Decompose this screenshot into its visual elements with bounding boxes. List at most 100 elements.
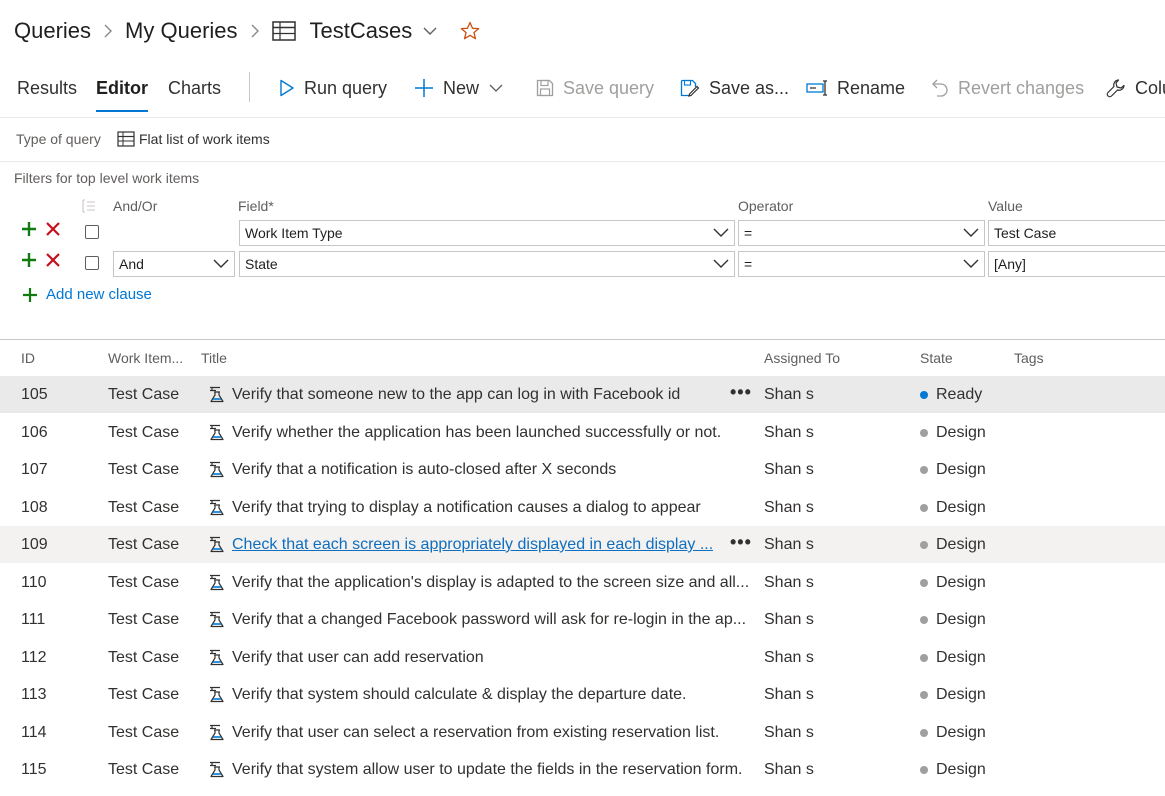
remove-clause-icon[interactable] (45, 221, 61, 237)
cell-title[interactable]: Verify whether the application has been … (208, 414, 755, 451)
column-header-tags[interactable]: Tags (1014, 350, 1044, 366)
value-text: [Any] (994, 256, 1026, 272)
table-row[interactable]: 115 Test Case Verify that system allow use… (0, 751, 1165, 788)
query-type-dropdown[interactable]: Flat list of work items (117, 131, 270, 147)
cell-title[interactable]: Verify that user can select a reservatio… (208, 714, 755, 751)
clause-checkbox[interactable] (85, 256, 99, 270)
table-row[interactable]: 113 Test Case Verify that system should ca… (0, 676, 1165, 713)
work-item-title[interactable]: Verify that user can add reservation (232, 639, 484, 676)
table-row[interactable]: 106 Test Case Verify whether the applicati… (0, 414, 1165, 451)
work-item-title[interactable]: Verify that a notification is auto-close… (232, 451, 616, 488)
tab-charts[interactable]: Charts (168, 68, 221, 110)
revert-changes-button[interactable]: Revert changes (931, 68, 1084, 108)
cell-title[interactable]: Verify that the application's display is… (208, 564, 755, 601)
cell-title[interactable]: Verify that trying to display a notifica… (208, 489, 755, 526)
value-field[interactable]: [Any] (988, 251, 1165, 277)
chevron-down-icon (962, 257, 980, 271)
table-row[interactable]: 110 Test Case Verify that the application'… (0, 564, 1165, 601)
field-dropdown[interactable]: State (239, 251, 735, 277)
cell-assigned-to: Shan s (764, 386, 814, 403)
cell-title[interactable]: Verify that someone new to the app can l… (208, 376, 718, 413)
run-query-label: Run query (304, 77, 388, 98)
table-row[interactable]: 107 Test Case Verify that a notification i… (0, 451, 1165, 488)
save-as-button[interactable]: Save as... (680, 68, 789, 108)
test-case-icon (208, 761, 232, 779)
operator-dropdown[interactable]: = (738, 220, 985, 246)
cell-id: 109 (21, 536, 48, 553)
table-row[interactable]: 112 Test Case Verify that user can add res… (0, 639, 1165, 676)
tab-results[interactable]: Results (17, 68, 77, 110)
cell-title[interactable]: Check that each screen is appropriately … (208, 526, 718, 563)
state-label: Design (936, 424, 986, 441)
more-actions-icon[interactable]: ••• (730, 526, 752, 563)
work-item-title[interactable]: Verify that system allow user to update … (232, 751, 742, 788)
clause-checkbox[interactable] (85, 225, 99, 239)
chevron-right-icon (238, 23, 272, 39)
new-button[interactable]: New (414, 68, 512, 108)
save-icon (536, 79, 563, 97)
rename-button[interactable]: Rename (806, 68, 905, 108)
state-dot-icon (920, 503, 928, 512)
column-header-work-item-type[interactable]: Work Item... (108, 350, 183, 366)
state-dot-icon (920, 728, 928, 737)
value-field[interactable]: Test Case (988, 220, 1165, 246)
play-icon (279, 79, 304, 97)
breadcrumb-query-name[interactable]: TestCases (310, 18, 413, 44)
state-dot-icon (920, 390, 928, 399)
table-row[interactable]: 109 Test Case Check that each screen is ap… (0, 526, 1165, 563)
save-query-label: Save query (563, 77, 655, 98)
and-or-header: And/Or (113, 198, 158, 214)
work-item-title[interactable]: Verify that the application's display is… (232, 564, 749, 601)
cell-work-item-type: Test Case (108, 761, 180, 778)
more-actions-icon[interactable]: ••• (730, 376, 752, 413)
cell-work-item-type: Test Case (108, 386, 180, 403)
cell-title[interactable]: Verify that a notification is auto-close… (208, 451, 755, 488)
and-or-value: And (119, 256, 144, 272)
tab-editor[interactable]: Editor (96, 68, 148, 112)
chevron-down-icon (712, 257, 730, 271)
work-item-title[interactable]: Verify whether the application has been … (232, 414, 721, 451)
cell-assigned-to: Shan s (764, 611, 814, 628)
cell-id: 115 (21, 761, 47, 778)
column-header-assigned-to[interactable]: Assigned To (764, 350, 840, 366)
column-header-id[interactable]: ID (21, 350, 35, 366)
test-case-icon (208, 461, 232, 479)
undo-icon (931, 78, 958, 98)
work-item-title[interactable]: Verify that someone new to the app can l… (232, 376, 680, 413)
field-dropdown[interactable]: Work Item Type (239, 220, 735, 246)
chevron-down-icon[interactable] (422, 26, 438, 36)
table-row[interactable]: 105 Test Case Verify that someone new to t… (0, 376, 1165, 413)
cell-title[interactable]: Verify that user can add reservation (208, 639, 755, 676)
table-row[interactable]: 114 Test Case Verify that user can select … (0, 714, 1165, 751)
cell-id: 107 (21, 461, 48, 478)
work-item-title[interactable]: Verify that user can select a reservatio… (232, 714, 719, 751)
group-clauses-icon[interactable] (80, 199, 96, 213)
cell-title[interactable]: Verify that system should calculate & di… (208, 676, 755, 713)
column-header-title[interactable]: Title (201, 350, 227, 366)
operator-dropdown[interactable]: = (738, 251, 985, 277)
star-icon[interactable] (460, 21, 480, 41)
work-item-title[interactable]: Verify that system should calculate & di… (232, 676, 686, 713)
save-query-button[interactable]: Save query (536, 68, 654, 108)
column-options-button[interactable]: Colu (1106, 68, 1165, 108)
cell-title[interactable]: Verify that system allow user to update … (208, 751, 755, 788)
insert-clause-icon[interactable] (21, 221, 37, 237)
column-header-state[interactable]: State (920, 350, 953, 366)
insert-clause-icon[interactable] (21, 252, 37, 268)
table-row[interactable]: 111 Test Case Verify that a changed Facebo… (0, 601, 1165, 638)
cell-title[interactable]: Verify that a changed Facebook password … (208, 601, 755, 638)
add-new-clause-button[interactable]: Add new clause (22, 286, 152, 303)
work-item-title[interactable]: Verify that a changed Facebook password … (232, 601, 746, 638)
run-query-button[interactable]: Run query (279, 68, 387, 108)
cell-state: Design (920, 451, 1010, 488)
remove-clause-icon[interactable] (45, 252, 61, 268)
breadcrumb-my-queries[interactable]: My Queries (125, 18, 237, 44)
table-row[interactable]: 108 Test Case Verify that trying to displa… (0, 489, 1165, 526)
work-item-title[interactable]: Check that each screen is appropriately … (232, 526, 713, 563)
cell-work-item-type: Test Case (108, 649, 180, 666)
test-case-icon (208, 499, 232, 517)
and-or-dropdown[interactable]: And (113, 251, 235, 277)
state-dot-icon (920, 578, 928, 587)
breadcrumb-queries[interactable]: Queries (14, 18, 91, 44)
work-item-title[interactable]: Verify that trying to display a notifica… (232, 489, 701, 526)
